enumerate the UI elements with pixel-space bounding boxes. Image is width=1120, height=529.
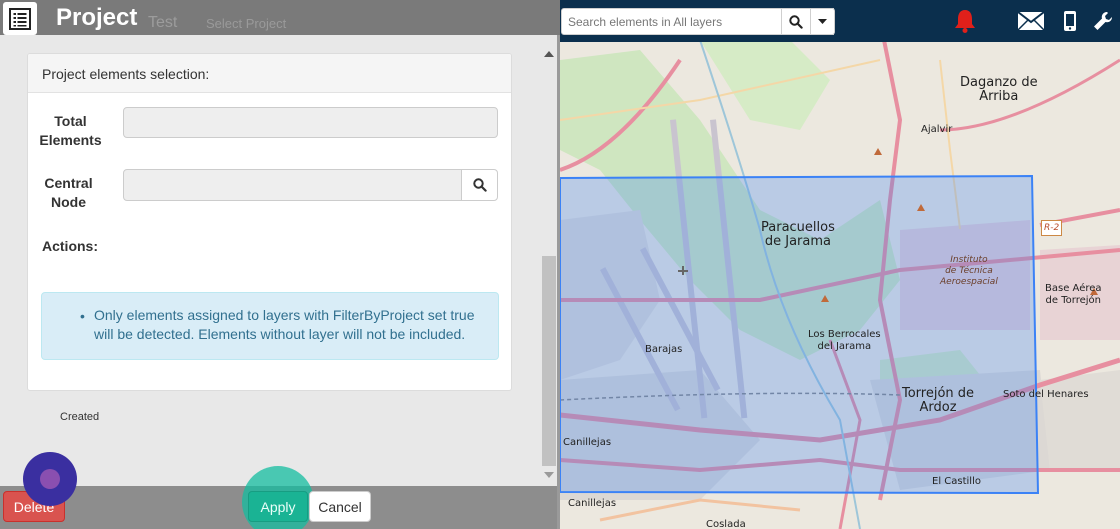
map-label-canillejas: Canillejas <box>563 437 612 448</box>
central-node-label: Central Node <box>28 174 109 212</box>
created-label: Created <box>60 411 100 423</box>
scroll-thumb[interactable] <box>542 256 556 466</box>
map-label-canillejas-2: Canillejas <box>568 498 617 509</box>
cancel-button[interactable]: Cancel <box>309 491 371 522</box>
scroll-down-arrow[interactable] <box>544 472 554 478</box>
search-button[interactable] <box>781 8 811 35</box>
map-label-coslada: Coslada <box>706 519 746 529</box>
panel-title: Project <box>56 4 138 31</box>
panel-scrollbar[interactable] <box>540 45 558 485</box>
central-node-label-line2: Node <box>51 194 86 210</box>
mobile-icon <box>1064 11 1076 31</box>
list-icon <box>9 7 31 30</box>
map-label-ajalvir: Ajalvir <box>921 124 953 135</box>
map-label-instituto: Instituto de Técnica Aeroespacial <box>940 255 998 287</box>
wrench-icon <box>1094 11 1113 31</box>
envelope-icon <box>1017 11 1045 31</box>
mobile-button[interactable] <box>1061 8 1079 34</box>
search-icon <box>472 178 487 192</box>
card-heading: Project elements selection: <box>28 54 511 93</box>
search-icon <box>789 14 803 29</box>
map-label-r2: R-2 <box>1041 220 1063 236</box>
info-text: Only elements assigned to layers with Fi… <box>94 307 475 342</box>
total-elements-label-line2: Elements <box>39 132 102 148</box>
map-label-barajas: Barajas <box>645 344 683 355</box>
top-navbar <box>560 0 1120 42</box>
total-elements-field[interactable] <box>123 107 498 138</box>
notifications-button[interactable] <box>951 8 979 34</box>
list-toggle-button[interactable] <box>3 2 37 35</box>
map-label-daganzo: Daganzo de Arriba <box>960 75 1038 104</box>
map-label-base-aerea: Base Aérea de Torrejón <box>1045 283 1102 306</box>
central-node-label-line1: Central <box>44 175 93 191</box>
ghost-select-project: Select Project <box>206 16 287 31</box>
project-elements-card: Project elements selection: Total Elemen… <box>27 53 512 391</box>
central-node-field[interactable] <box>123 169 463 201</box>
map-label-el-castillo: El Castillo <box>932 476 981 487</box>
ghost-test: Test <box>148 14 178 31</box>
central-node-search-button[interactable] <box>461 169 498 201</box>
map-label-torrejon: Torrejón de Ardoz <box>902 386 975 415</box>
total-elements-label-line1: Total <box>54 113 87 129</box>
floating-action-button[interactable] <box>23 452 77 506</box>
info-alert: • Only elements assigned to layers with … <box>41 292 499 360</box>
map-label-soto: Soto del Henares <box>1003 389 1089 400</box>
fab-dot-icon <box>40 469 60 489</box>
chevron-down-icon <box>818 18 827 24</box>
project-panel: Pr Test Select Project Project Project e… <box>0 0 560 529</box>
messages-button[interactable] <box>1016 8 1046 34</box>
scroll-up-arrow[interactable] <box>544 51 554 57</box>
apply-button[interactable]: Apply <box>248 491 308 522</box>
bell-icon <box>955 10 975 33</box>
map-label-berrocales: Los Berrocales del Jarama <box>808 329 881 352</box>
actions-label: Actions: <box>42 238 98 254</box>
settings-button[interactable] <box>1091 8 1115 34</box>
map-label-paracuellos: Paracuellos de Jarama <box>761 220 835 249</box>
total-elements-label: Total Elements <box>28 112 113 150</box>
panel-header: Test Select Project Project <box>0 0 560 35</box>
layer-dropdown-button[interactable] <box>810 8 835 35</box>
bullet-icon: • <box>80 308 85 324</box>
